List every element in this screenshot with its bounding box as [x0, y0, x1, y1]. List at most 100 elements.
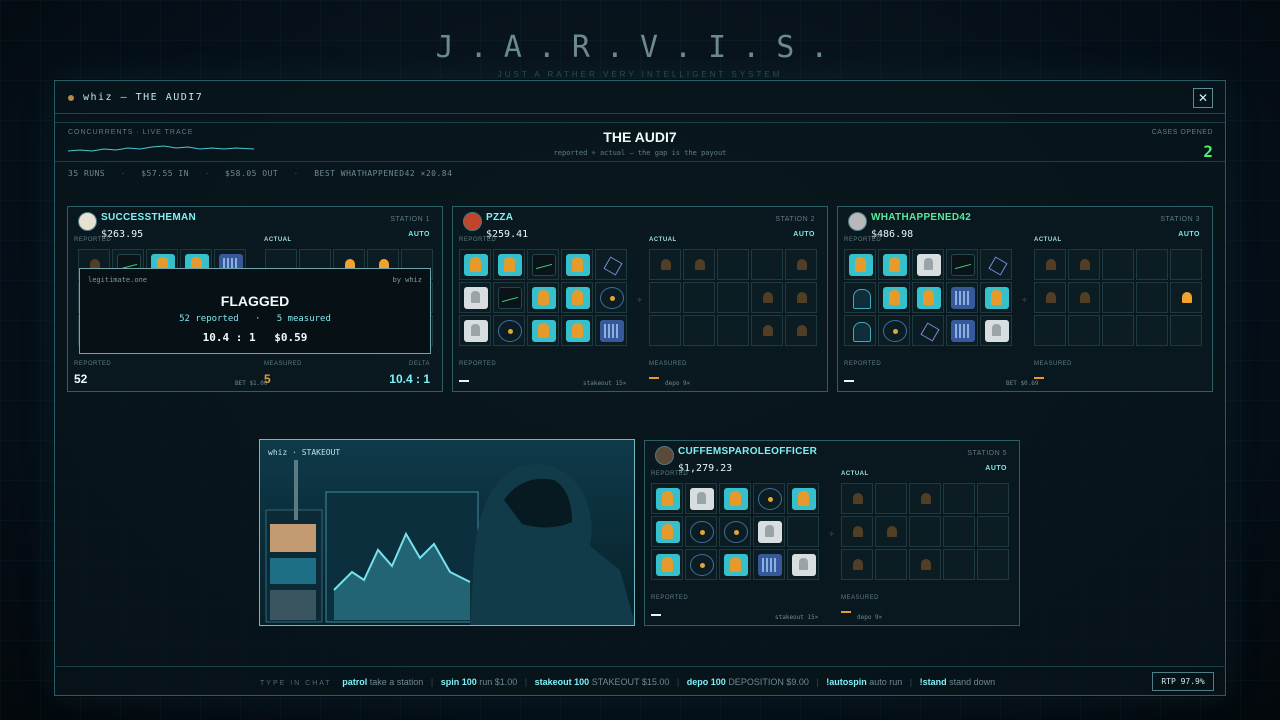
- measured-empty-dash: [1034, 377, 1044, 379]
- slot-cell: [1102, 282, 1134, 313]
- slot-cell: [875, 483, 907, 514]
- chat-bar: TYPE IN CHAT patrol take a station | spi…: [54, 666, 1226, 696]
- divider: |: [524, 677, 528, 687]
- player-name: WHATHAPPENED42: [871, 212, 972, 223]
- slot-cell: [787, 549, 819, 580]
- empty-tile-icon: [982, 488, 1006, 510]
- orange-tile-icon: [566, 320, 590, 342]
- empty-tile-icon: [948, 521, 972, 543]
- stakeout-multiplier: stakeout 15×: [583, 380, 627, 387]
- avatar: [78, 212, 97, 231]
- orange-tile-icon: [792, 488, 816, 510]
- station-card-2[interactable]: PZZA $259.41 STATION 2 AUTO REPORTED ACT…: [452, 206, 828, 392]
- reported-empty-dash: [651, 614, 661, 616]
- command-desc: stand down: [949, 677, 996, 687]
- bet-amount: BET $0.69: [1006, 380, 1039, 387]
- command-stakeout[interactable]: stakeout 100: [535, 677, 590, 687]
- orange-tile-icon: [532, 320, 556, 342]
- station-number: STATION 1: [390, 216, 430, 223]
- orange-tile-icon: [566, 287, 590, 309]
- command-stand[interactable]: !stand: [920, 677, 947, 687]
- empty-tile-icon: [1175, 254, 1199, 276]
- empty-tile-icon: [792, 521, 816, 543]
- avatar: [463, 212, 482, 231]
- run-stats: 35 RUNS · $57.55 IN · $58.05 OUT · BEST …: [68, 169, 462, 178]
- slot-cell: [685, 549, 717, 580]
- ghost-tile-icon: [790, 320, 814, 342]
- flag-measured: 5 measured: [276, 314, 331, 324]
- slot-cell: [683, 315, 715, 346]
- actual-label: ACTUAL: [1034, 237, 1062, 243]
- slot-cell: [561, 249, 593, 280]
- slot-cell: [717, 315, 749, 346]
- command-autospin[interactable]: !autospin: [826, 677, 867, 687]
- orange-tile-icon: [464, 254, 488, 276]
- stakeout-video[interactable]: whiz · STAKEOUT: [259, 439, 635, 626]
- close-button[interactable]: ✕: [1193, 88, 1213, 108]
- reported-label: REPORTED: [844, 237, 882, 243]
- slot-cell: [651, 516, 683, 547]
- money-in: $57.55 IN: [141, 169, 190, 178]
- flag-ratio: 10.4 : 1: [202, 331, 256, 344]
- actual-grid: [1034, 249, 1202, 346]
- slot-cell: [841, 483, 873, 514]
- slot-cell: [719, 516, 751, 547]
- slot-cell: [1170, 249, 1202, 280]
- atom-tile-icon: [690, 554, 714, 576]
- command-spin[interactable]: spin 100: [441, 677, 477, 687]
- slot-cell: [683, 249, 715, 280]
- auto-badge: AUTO: [793, 231, 815, 238]
- best-run: BEST WHATHAPPENED42 ×20.84: [314, 169, 453, 178]
- command-desc: run $1.00: [479, 677, 518, 687]
- white-tile-icon: [917, 254, 941, 276]
- depo-multiplier: depo 9×: [857, 614, 883, 621]
- atom-tile-icon: [498, 320, 522, 342]
- divider: |: [430, 677, 434, 687]
- hood-tile-icon: [849, 287, 873, 309]
- empty-tile-icon: [722, 254, 746, 276]
- slot-cell: [683, 282, 715, 313]
- server-tile-icon: [951, 320, 975, 342]
- avatar: [655, 446, 674, 465]
- slot-cell: [1102, 315, 1134, 346]
- slot-cell: [1068, 315, 1100, 346]
- reported-label: REPORTED: [651, 471, 689, 477]
- empty-tile-icon: [1107, 254, 1131, 276]
- ghost-tile-icon: [756, 287, 780, 309]
- command-depo[interactable]: depo 100: [687, 677, 726, 687]
- empty-tile-icon: [880, 554, 904, 576]
- flagged-popup[interactable]: legitimate.one by whiz FLAGGED 52 report…: [79, 268, 431, 354]
- empty-tile-icon: [1039, 320, 1063, 342]
- slot-cell: [841, 549, 873, 580]
- empty-tile-icon: [1141, 254, 1165, 276]
- stats-separator: ·: [120, 169, 126, 178]
- empty-tile-icon: [948, 554, 972, 576]
- station-card-5[interactable]: CUFFEMSPAROLEOFFICER $1,279.23 STATION 5…: [644, 440, 1020, 626]
- slot-cell: [561, 315, 593, 346]
- actual-label: ACTUAL: [264, 237, 292, 243]
- white-tile-icon: [792, 554, 816, 576]
- divide-icon: ÷: [637, 295, 642, 305]
- slot-cell: [649, 315, 681, 346]
- player-name: PZZA: [486, 212, 514, 223]
- slot-cell: [527, 282, 559, 313]
- station-card-3[interactable]: WHATHAPPENED42 $486.98 STATION 3 AUTO RE…: [837, 206, 1213, 392]
- white-tile-icon: [464, 287, 488, 309]
- slot-cell: [844, 282, 876, 313]
- slot-cell: [717, 282, 749, 313]
- slot-cell: [785, 315, 817, 346]
- slot-cell: [595, 282, 627, 313]
- reported-footer-label: REPORTED: [459, 361, 497, 367]
- actual-label: ACTUAL: [649, 237, 677, 243]
- server-tile-icon: [758, 554, 782, 576]
- command-desc: auto run: [869, 677, 903, 687]
- empty-tile-icon: [1175, 320, 1199, 342]
- slot-cell: [751, 282, 783, 313]
- atom-tile-icon: [690, 521, 714, 543]
- command-patrol[interactable]: patrol: [342, 677, 367, 687]
- flag-amount: $0.59: [274, 331, 308, 344]
- window-title: whiz — THE AUDI7: [83, 92, 204, 103]
- rtp-badge: RTP 97.9%: [1152, 672, 1214, 691]
- auto-badge: AUTO: [985, 465, 1007, 472]
- reported-grid: [651, 483, 819, 580]
